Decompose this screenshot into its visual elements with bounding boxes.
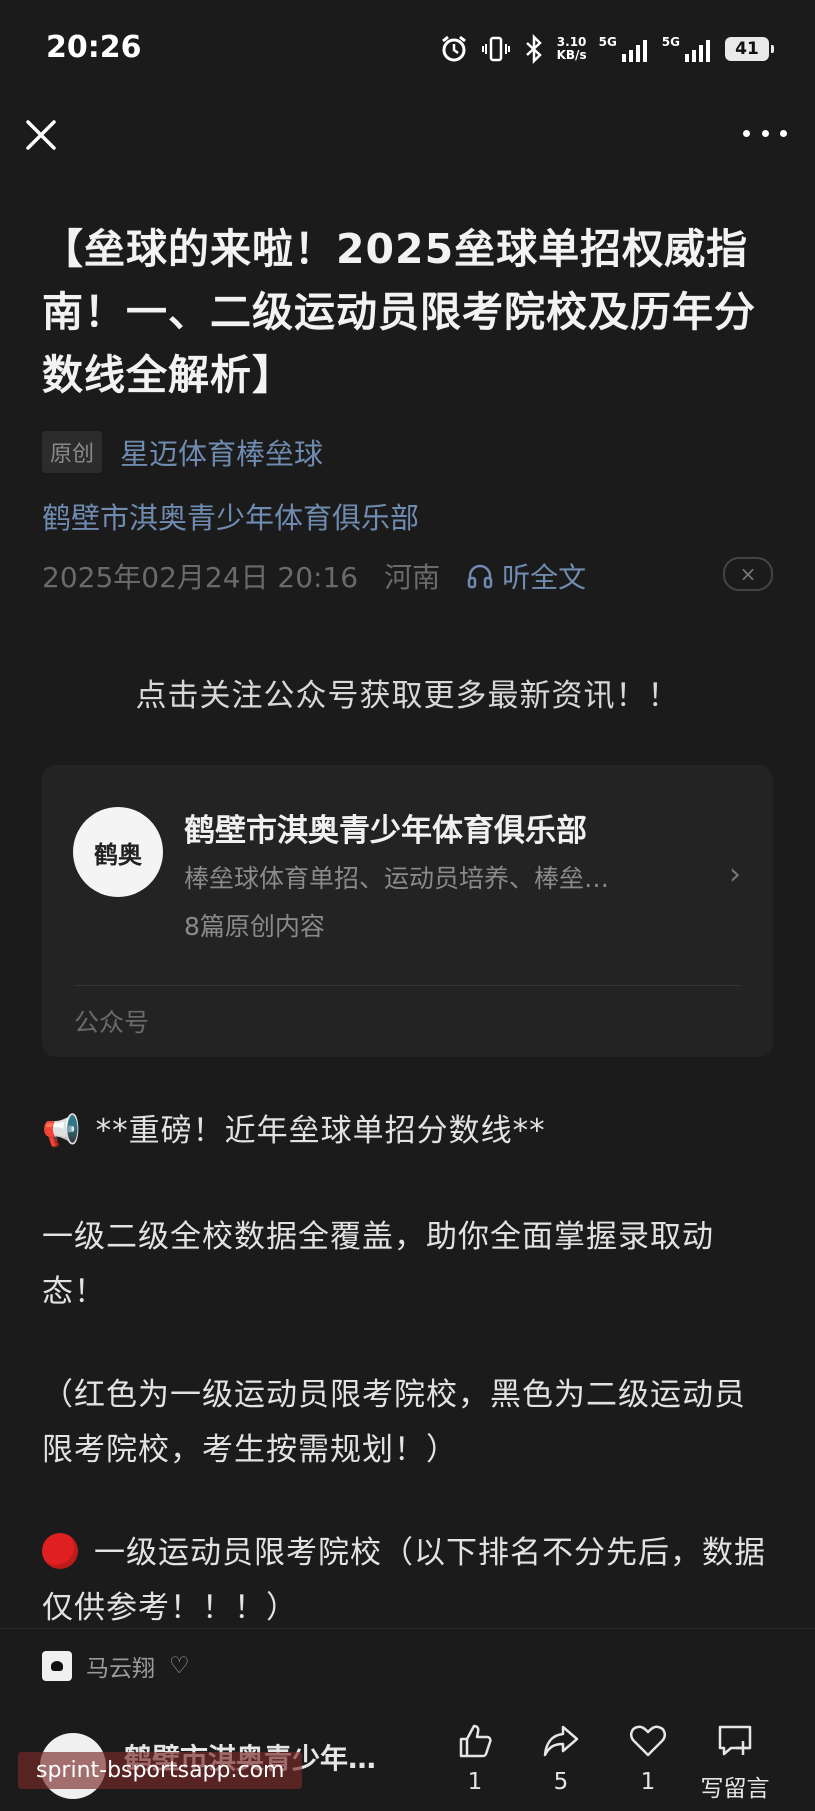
card-divider	[74, 985, 741, 986]
heart-icon	[629, 1725, 667, 1757]
club-link[interactable]: 鹤壁市淇奥青少年体育俱乐部	[42, 495, 419, 537]
more-options-button[interactable]	[743, 118, 787, 148]
account-avatar: 鹤奥	[73, 807, 163, 897]
body-paragraph: 一级运动员限考院校（以下排名不分先后，数据仅供参考！！！）	[42, 1526, 777, 1636]
account-description: 棒垒球体育单招、运动员培养、棒垒…	[184, 864, 610, 893]
megaphone-icon: 📢	[42, 1113, 82, 1149]
favorite-count: 1	[640, 1769, 656, 1795]
chevron-right-icon: ›	[729, 857, 741, 892]
battery-indicator: 41	[725, 37, 774, 61]
date-row: 2025年02月24日 20:16 河南 听全文	[42, 556, 586, 596]
red-circle-icon	[42, 1533, 78, 1569]
listen-label: 听全文	[502, 561, 587, 594]
reader-info: 马云翔 ♡	[42, 1649, 190, 1683]
status-icons: 3.10 KB/s 5G 5G 41	[439, 32, 774, 66]
favorite-button[interactable]: 1	[608, 1721, 688, 1795]
body-heading: 📢 **重磅！近年垒球单招分数线**	[42, 1104, 777, 1159]
body-heading-text: **重磅！近年垒球单招分数线**	[95, 1113, 546, 1149]
publish-location: 河南	[384, 561, 441, 594]
more-icon-dot	[761, 129, 769, 137]
account-name: 鹤壁市淇奥青少年体育俱乐部	[184, 813, 587, 849]
close-small-icon: ×	[739, 562, 757, 586]
comment-add-icon	[718, 1725, 752, 1756]
account-type-label: 公众号	[74, 1008, 150, 1037]
net-speed: 3.10 KB/s	[556, 35, 587, 62]
more-icon-dot	[780, 129, 787, 137]
account-article-count: 8篇原创内容	[184, 912, 325, 941]
account-card[interactable]: 鹤奥 鹤壁市淇奥青少年体育俱乐部 棒垒球体育单招、运动员培养、棒垒… 8篇原创内…	[42, 765, 773, 1057]
body-paragraph: 一级二级全校数据全覆盖，助你全面掌握录取动态！	[42, 1219, 714, 1310]
heart-outline-icon: ♡	[169, 1653, 190, 1679]
listen-button[interactable]: 听全文	[466, 556, 586, 596]
body-paragraph: （红色为一级运动员限考院校，黑色为二级运动员限考院校，考生按需规划！）	[42, 1377, 746, 1468]
thumbs-up-icon	[459, 1724, 492, 1758]
publish-date: 2025年02月24日 20:16	[42, 561, 359, 594]
author-link[interactable]: 星迈体育棒垒球	[120, 431, 323, 473]
share-button[interactable]: 5	[521, 1721, 601, 1795]
comment-button[interactable]: 写留言	[695, 1721, 775, 1803]
like-button[interactable]: 1	[435, 1721, 515, 1795]
vibrate-icon	[481, 36, 510, 62]
signal-sim2: 5G	[662, 36, 713, 62]
signal-bars-icon	[685, 40, 710, 62]
reader-name: 马云翔	[86, 1656, 155, 1682]
close-icon	[26, 120, 56, 150]
share-icon	[543, 1725, 579, 1757]
signal-bars-icon	[621, 40, 647, 62]
alarm-icon	[441, 35, 466, 62]
share-count: 5	[553, 1769, 569, 1795]
body-paragraph-text: 一级运动员限考院校（以下排名不分先后，数据仅供参考！！！）	[42, 1535, 766, 1626]
dismiss-button[interactable]: ×	[723, 557, 773, 591]
reader-avatar	[42, 1651, 72, 1681]
original-tag: 原创	[42, 431, 103, 473]
headphones-icon	[467, 564, 493, 589]
like-count: 1	[467, 1769, 483, 1795]
follow-prompt: 点击关注公众号获取更多最新资讯！！	[135, 678, 680, 714]
article-title: 【垒球的来啦！2025垒球单招权威指南！一、二级运动员限考院校及历年分数线全解析…	[42, 225, 756, 399]
watermark: sprint-bsportsapp.com	[18, 1752, 303, 1789]
more-icon-dot	[743, 129, 750, 137]
signal-sim1: 5G	[599, 36, 650, 62]
comment-label: 写留言	[700, 1776, 770, 1802]
status-time: 20:26	[46, 30, 142, 65]
bluetooth-icon	[525, 34, 542, 64]
close-button[interactable]	[22, 116, 60, 154]
article-meta: 原创 星迈体育棒垒球	[42, 431, 323, 473]
